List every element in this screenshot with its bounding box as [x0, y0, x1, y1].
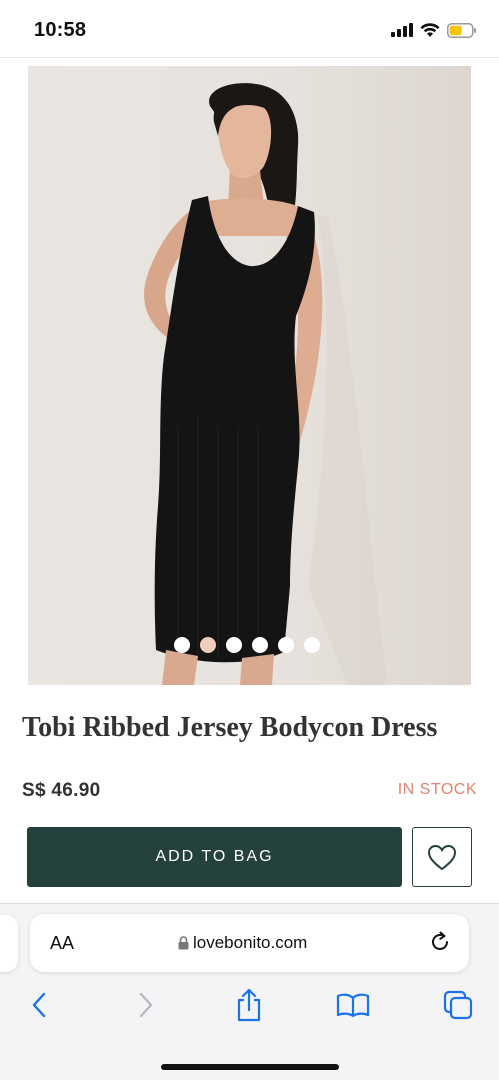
signal-icon [391, 23, 413, 37]
product-photo [28, 66, 471, 685]
battery-icon [447, 22, 476, 38]
heart-icon [427, 844, 457, 870]
chevron-left-icon [32, 992, 46, 1018]
previous-tab-card[interactable] [0, 915, 18, 972]
text-size-label: AA [50, 933, 75, 953]
carousel-dot[interactable] [278, 637, 294, 653]
home-indicator [161, 1064, 339, 1070]
share-button[interactable] [232, 988, 266, 1022]
forward-button[interactable] [129, 988, 163, 1022]
chevron-right-icon [139, 992, 153, 1018]
status-time: 10:58 [34, 19, 87, 41]
status-bar: 10:58 [0, 0, 499, 58]
carousel-dot[interactable] [226, 637, 242, 653]
wifi-icon [420, 22, 440, 37]
wishlist-button[interactable] [412, 827, 472, 887]
reload-icon[interactable] [428, 930, 452, 954]
carousel-dots [174, 637, 320, 653]
text-size-button[interactable]: AA [50, 933, 74, 954]
url-text: lovebonito.com [193, 933, 308, 952]
product-image[interactable] [28, 66, 471, 685]
back-button[interactable] [22, 988, 56, 1022]
add-to-bag-button[interactable]: ADD TO BAG [27, 827, 402, 887]
carousel-dot[interactable] [252, 637, 268, 653]
stock-status: IN STOCK [397, 781, 477, 798]
book-icon [336, 993, 370, 1018]
top-divider [0, 57, 499, 58]
carousel-dot[interactable] [174, 637, 190, 653]
status-icons [391, 20, 477, 40]
share-icon [237, 988, 261, 1022]
lock-icon [178, 936, 189, 950]
tabs-icon [443, 990, 473, 1020]
product-title: Tobi Ribbed Jersey Bodycon Dress [22, 712, 438, 743]
carousel-dot[interactable] [304, 637, 320, 653]
tabs-button[interactable] [441, 988, 475, 1022]
bookmarks-button[interactable] [336, 988, 370, 1022]
carousel-dot[interactable] [200, 637, 216, 653]
url-display[interactable]: lovebonito.com [178, 933, 307, 953]
product-price: S$ 46.90 [22, 780, 101, 801]
